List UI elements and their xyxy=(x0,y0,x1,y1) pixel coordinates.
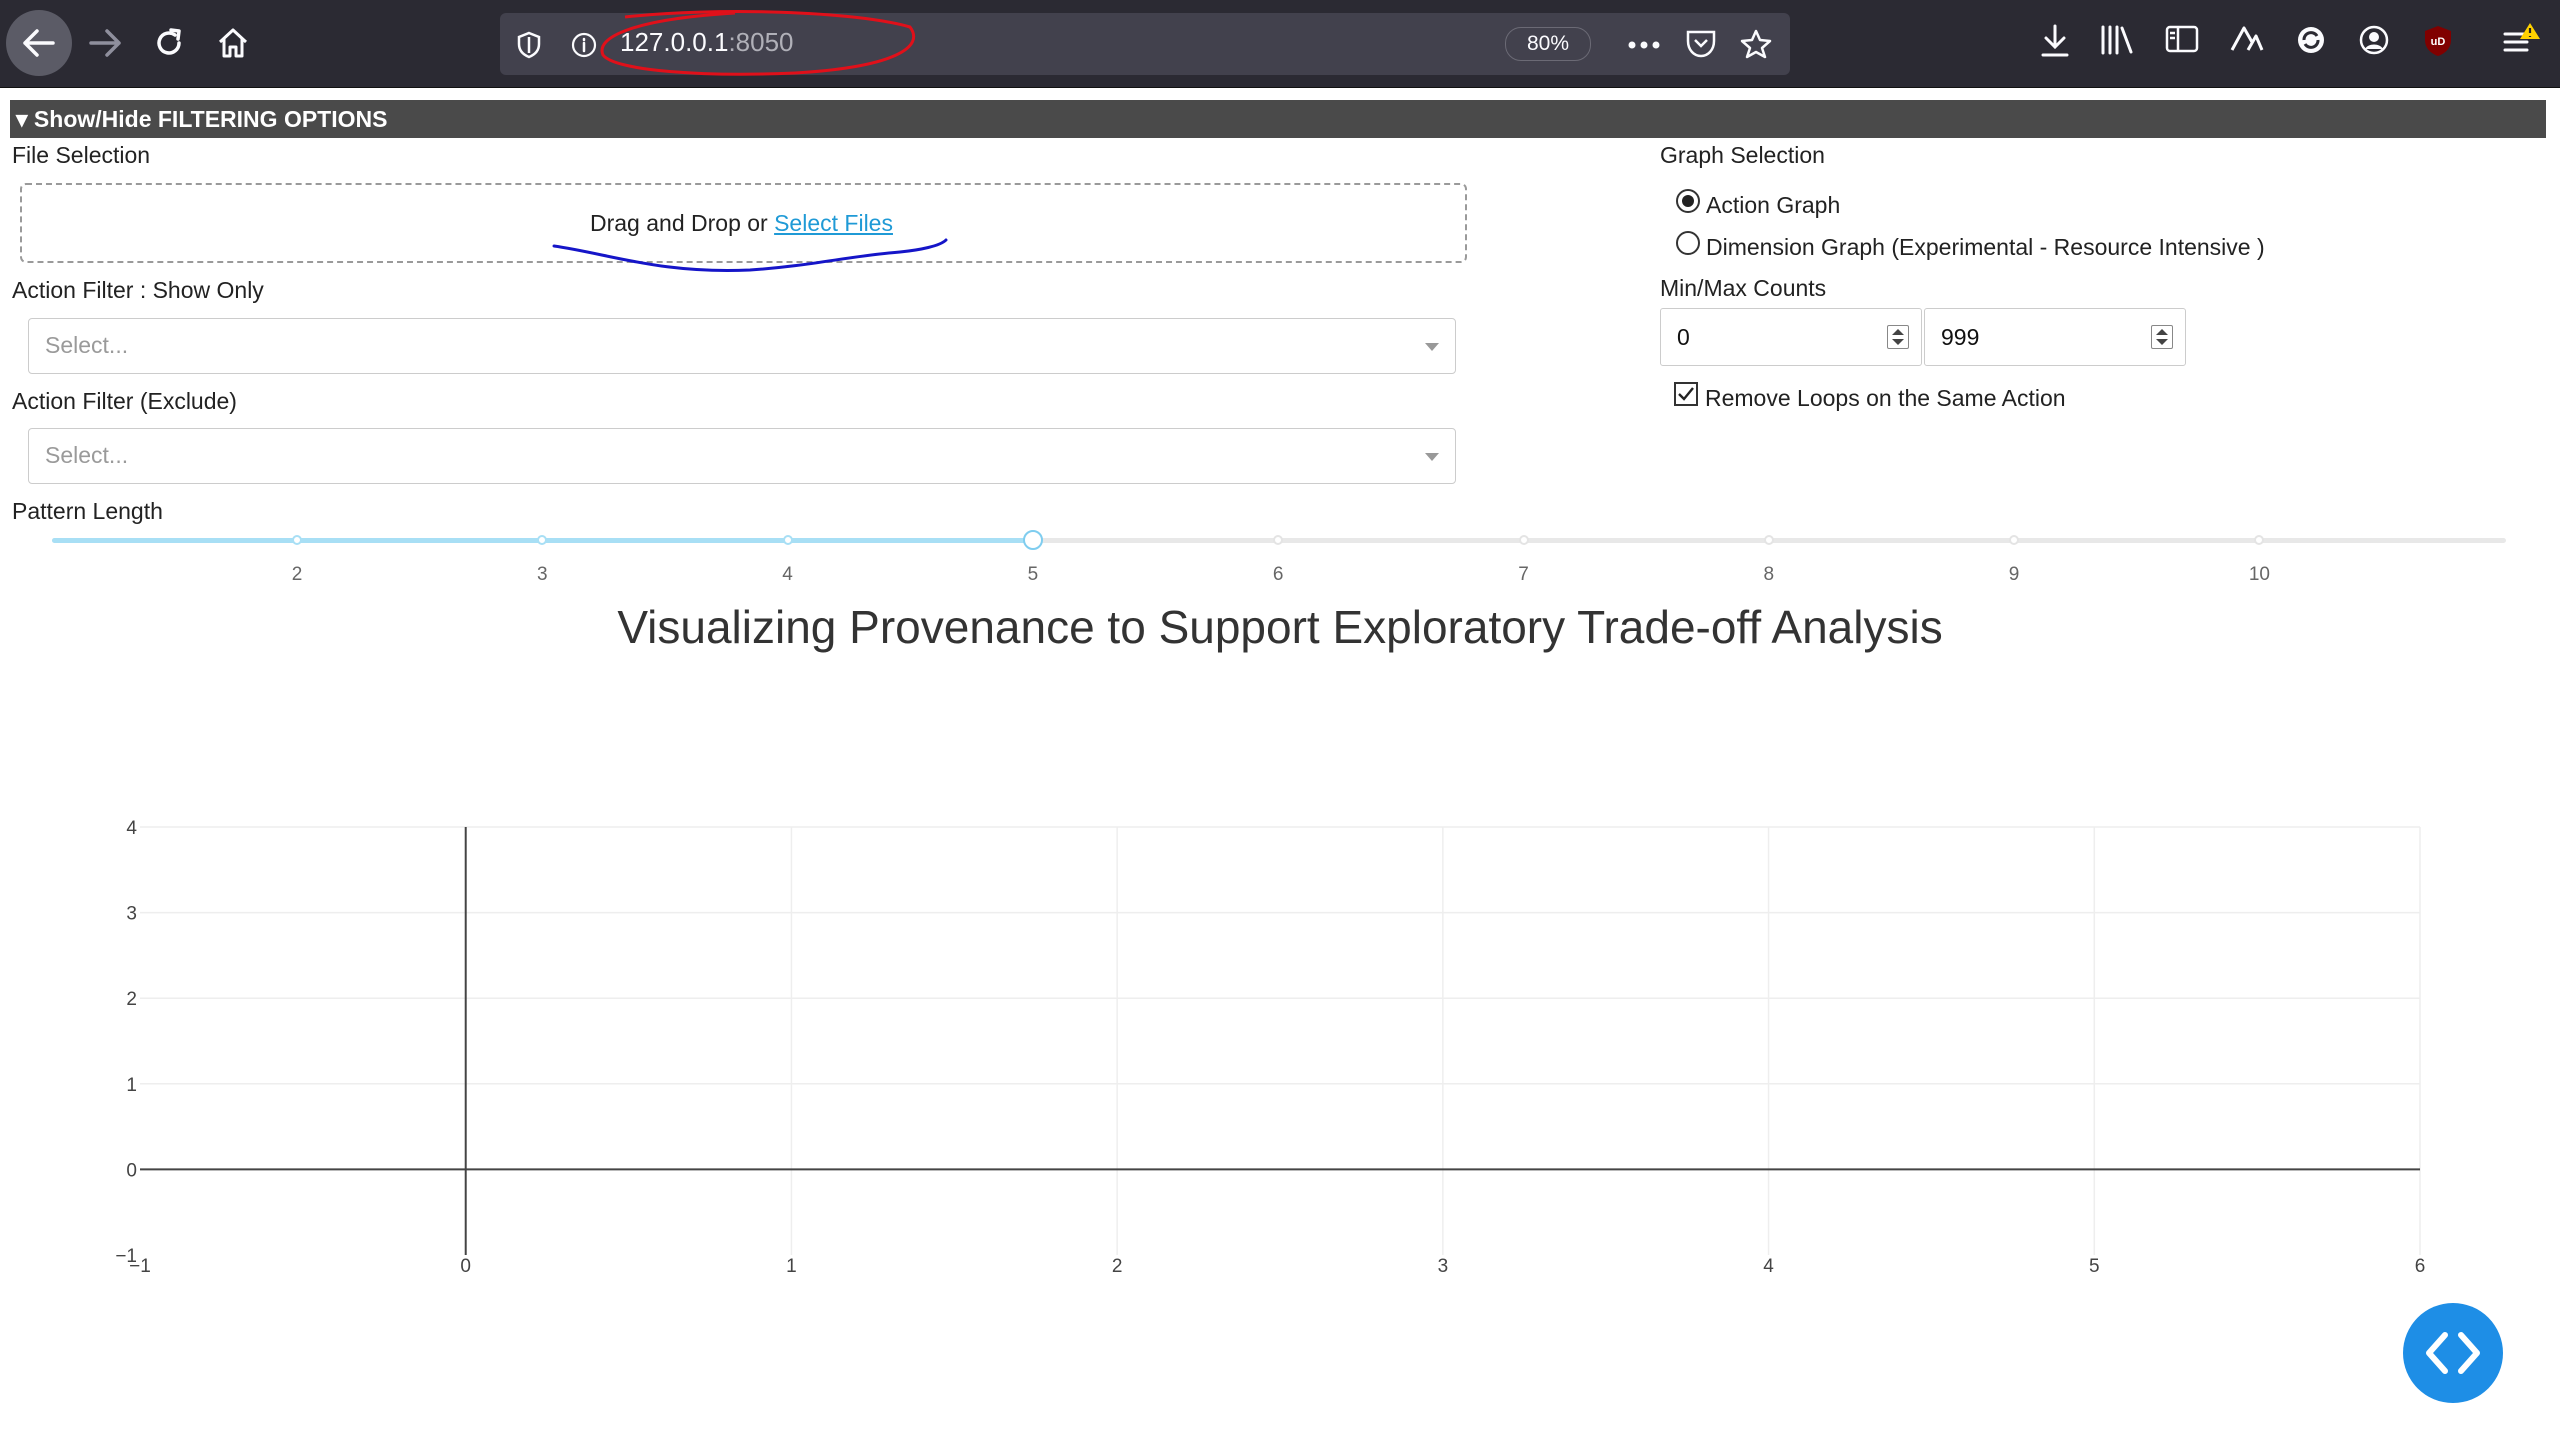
filter-options-toggle[interactable]: ▾ Show/Hide FILTERING OPTIONS xyxy=(10,100,2546,138)
slider-step-dot[interactable] xyxy=(1273,535,1284,545)
reload-icon xyxy=(157,28,181,55)
max-count-spinner[interactable] xyxy=(2151,325,2173,349)
checkmark-icon xyxy=(1678,387,1694,401)
zoom-level-badge[interactable]: 80% xyxy=(1505,27,1591,61)
x-tick-label: 6 xyxy=(2415,1256,2426,1277)
remove-loops-checkbox[interactable] xyxy=(1674,382,1698,406)
network-graph-plot[interactable]: −1 0 1 2 3 4 5 6 −1 0 1 2 3 4 xyxy=(0,800,2560,1300)
slider-handle[interactable] xyxy=(1022,530,1043,550)
max-count-value: 999 xyxy=(1941,324,1980,350)
reload-button[interactable] xyxy=(136,10,202,76)
action-filter-exclude-label: Action Filter (Exclude) xyxy=(12,388,237,414)
dropdown-arrow-icon xyxy=(1425,343,1439,351)
action-filter-show-label: Action Filter : Show Only xyxy=(12,277,264,303)
y-tick-label: 0 xyxy=(126,1160,137,1181)
dropdown-placeholder: Select... xyxy=(45,442,129,468)
code-brackets-icon xyxy=(2426,1332,2480,1374)
slider-step-dot[interactable] xyxy=(2009,535,2020,545)
menu-icon[interactable] xyxy=(2502,20,2542,60)
home-icon xyxy=(218,28,248,58)
dropdown-placeholder: Select... xyxy=(45,332,129,358)
y-tick-label: 1 xyxy=(126,1075,137,1096)
x-tick-label: 2 xyxy=(1112,1256,1123,1277)
slider-step-dot[interactable] xyxy=(537,535,548,545)
upload-instructions: Drag and Drop or Select Files xyxy=(590,210,893,237)
upload-text: Drag and Drop or xyxy=(590,210,775,236)
home-button[interactable] xyxy=(200,10,266,76)
graph-title: Visualizing Provenance to Support Explor… xyxy=(617,601,1943,653)
extension-arrow-icon[interactable] xyxy=(2230,24,2264,54)
slider-step-dot[interactable] xyxy=(292,535,302,545)
radio-action-graph[interactable] xyxy=(1676,189,1700,213)
slider-step-dot[interactable] xyxy=(2254,535,2265,545)
account-icon[interactable] xyxy=(2358,24,2390,56)
sync-extension-icon[interactable] xyxy=(2295,24,2327,56)
x-axis-tick-labels: −1 0 1 2 3 4 5 6 xyxy=(129,1256,2425,1277)
slider-mark-label[interactable]: 5 xyxy=(1028,564,1039,586)
min-count-value: 0 xyxy=(1677,324,1690,350)
back-button[interactable] xyxy=(6,10,72,76)
dash-debug-menu-button[interactable] xyxy=(2403,1303,2503,1403)
y-tick-label: −1 xyxy=(115,1246,137,1267)
browser-toolbar: 127.0.0.1:8050 80% uD xyxy=(0,0,2560,88)
action-filter-show-dropdown[interactable]: Select... xyxy=(28,318,1456,374)
bookmark-star-icon[interactable] xyxy=(1740,29,1772,59)
forward-button[interactable] xyxy=(72,10,138,76)
radio-action-graph-label[interactable]: Action Graph xyxy=(1706,192,1840,219)
y-tick-label: 2 xyxy=(126,989,137,1010)
x-tick-label: 3 xyxy=(1438,1256,1449,1277)
plot-axes xyxy=(140,827,2420,1255)
y-tick-label: 3 xyxy=(126,904,137,925)
file-selection-label: File Selection xyxy=(12,142,151,168)
x-tick-label: 4 xyxy=(1763,1256,1774,1277)
x-tick-label: 1 xyxy=(786,1256,797,1277)
slider-mark-label[interactable]: 4 xyxy=(782,564,793,586)
x-tick-label: 0 xyxy=(460,1256,471,1277)
slider-mark-label[interactable]: 9 xyxy=(2009,564,2020,586)
pattern-length-label: Pattern Length xyxy=(12,498,163,524)
forward-arrow-icon xyxy=(89,29,121,57)
plot-gridlines xyxy=(140,826,2421,1255)
select-files-link[interactable]: Select Files xyxy=(774,210,893,236)
pocket-icon[interactable] xyxy=(1685,29,1717,59)
y-tick-label: 4 xyxy=(126,818,137,839)
slider-mark-label[interactable]: 2 xyxy=(292,564,303,586)
url-bar[interactable]: 127.0.0.1:8050 80% xyxy=(500,10,1790,76)
slider-step-dot[interactable] xyxy=(782,535,793,545)
min-max-counts-label: Min/Max Counts xyxy=(1660,275,1827,301)
action-filter-exclude-dropdown[interactable]: Select... xyxy=(28,428,1456,484)
slider-mark-label[interactable]: 10 xyxy=(2249,564,2270,586)
slider-step-dot[interactable] xyxy=(1518,535,1529,545)
download-icon[interactable] xyxy=(2040,24,2070,58)
shield-icon[interactable] xyxy=(516,31,542,59)
x-tick-label: 5 xyxy=(2089,1256,2100,1277)
slider-step-dot[interactable] xyxy=(1763,535,1774,545)
slider-mark-label[interactable]: 6 xyxy=(1273,564,1284,586)
library-icon[interactable] xyxy=(2100,24,2134,56)
radio-dimension-graph-label[interactable]: Dimension Graph (Experimental - Resource… xyxy=(1706,234,2265,261)
more-options-icon[interactable] xyxy=(1628,41,1660,49)
dropdown-arrow-icon xyxy=(1425,453,1439,461)
y-axis-tick-labels: −1 0 1 2 3 4 xyxy=(115,818,137,1267)
sidebar-icon[interactable] xyxy=(2165,24,2199,54)
blue-underline-annotation xyxy=(552,238,948,272)
min-count-input[interactable]: 0 xyxy=(1660,308,1922,366)
svg-text:uD: uD xyxy=(2431,36,2446,48)
remove-loops-label[interactable]: Remove Loops on the Same Action xyxy=(1705,385,2066,412)
graph-selection-label: Graph Selection xyxy=(1660,142,1825,168)
min-count-spinner[interactable] xyxy=(1887,325,1909,349)
radio-dimension-graph[interactable] xyxy=(1676,231,1700,255)
ublock-icon[interactable]: uD xyxy=(2422,24,2454,58)
slider-mark-label[interactable]: 8 xyxy=(1764,564,1775,586)
max-count-input[interactable]: 999 xyxy=(1924,308,2186,366)
slider-mark-label[interactable]: 3 xyxy=(537,564,548,586)
red-circle-annotation xyxy=(600,10,916,76)
site-info-icon[interactable] xyxy=(570,31,598,59)
slider-mark-label[interactable]: 7 xyxy=(1518,564,1529,586)
back-arrow-icon xyxy=(23,29,55,57)
